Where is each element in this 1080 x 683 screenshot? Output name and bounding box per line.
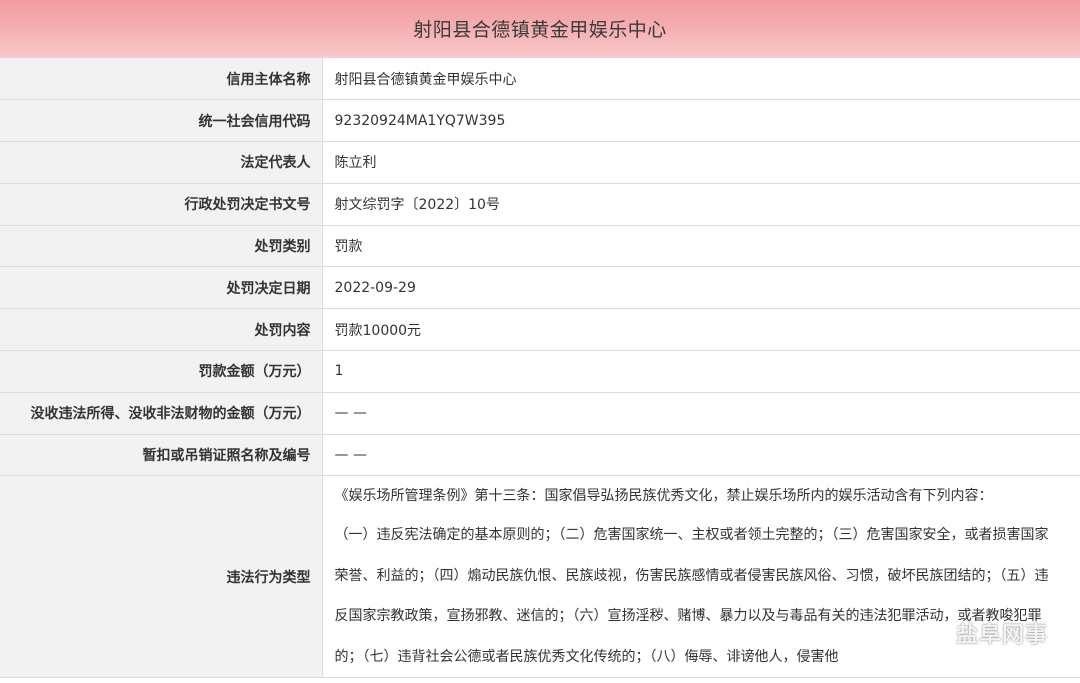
row-value: 2022-09-29: [322, 266, 1080, 310]
row-value: 射阳县合德镇黄金甲娱乐中心: [322, 58, 1080, 101]
row-label: 统一社会信用代码: [0, 99, 323, 143]
watermark-text: 盐阜网事: [955, 623, 1048, 648]
wechat-icon: [916, 619, 949, 646]
row-value: — —: [322, 434, 1080, 477]
row-value: 92320924MA1YQ7W395: [322, 99, 1080, 143]
violation-paragraph-intro: 《娱乐场所管理条例》第十三条：国家倡导弘扬民族优秀文化，禁止娱乐场所内的娱乐活动…: [334, 488, 993, 505]
page-header: 射阳县合德镇黄金甲娱乐中心: [0, 0, 1080, 58]
violation-label: 违法行为类型: [0, 475, 323, 679]
row-label: 行政处罚决定书文号: [0, 183, 323, 226]
row-value: — —: [322, 392, 1080, 435]
row-value: 1: [322, 350, 1080, 393]
table-row: 没收违法所得、没收非法财物的金额（万元） — —: [0, 392, 1080, 435]
table-row: 暂扣或吊销证照名称及编号 — —: [0, 434, 1080, 477]
table-row: 行政处罚决定书文号 射文综罚字〔2022〕10号: [0, 183, 1080, 226]
row-label: 处罚内容: [0, 308, 323, 352]
page-title: 射阳县合德镇黄金甲娱乐中心: [413, 19, 667, 41]
row-label: 信用主体名称: [0, 58, 323, 101]
page: 射阳县合德镇黄金甲娱乐中心 信用主体名称 射阳县合德镇黄金甲娱乐中心 统一社会信…: [0, 0, 1080, 683]
row-value: 陈立利: [322, 141, 1080, 184]
row-label: 罚款金额（万元）: [0, 350, 323, 393]
table-row: 法定代表人 陈立利: [0, 141, 1080, 184]
table-row: 罚款金额（万元） 1: [0, 350, 1080, 393]
table-row: 统一社会信用代码 92320924MA1YQ7W395: [0, 99, 1080, 143]
row-value: 罚款10000元: [322, 308, 1080, 352]
row-label: 处罚类别: [0, 225, 323, 268]
table-row: 处罚内容 罚款10000元: [0, 308, 1080, 352]
table-row: 信用主体名称 射阳县合德镇黄金甲娱乐中心: [0, 58, 1080, 101]
info-table: 信用主体名称 射阳县合德镇黄金甲娱乐中心 统一社会信用代码 92320924MA…: [0, 58, 1080, 679]
row-value: 罚款: [322, 225, 1080, 268]
watermark: 盐阜网事: [916, 617, 1048, 649]
table-row: 处罚决定日期 2022-09-29: [0, 266, 1080, 310]
violation-paragraph-list: （一）违反宪法确定的基本原则的；（二）危害国家统一、主权或者领土完整的；（三）危…: [334, 527, 1049, 665]
table-row: 处罚类别 罚款: [0, 225, 1080, 268]
row-value: 射文综罚字〔2022〕10号: [322, 183, 1080, 226]
row-label: 没收违法所得、没收非法财物的金额（万元）: [0, 392, 323, 435]
row-label: 处罚决定日期: [0, 266, 323, 310]
row-label: 法定代表人: [0, 141, 323, 184]
row-label: 暂扣或吊销证照名称及编号: [0, 434, 323, 477]
